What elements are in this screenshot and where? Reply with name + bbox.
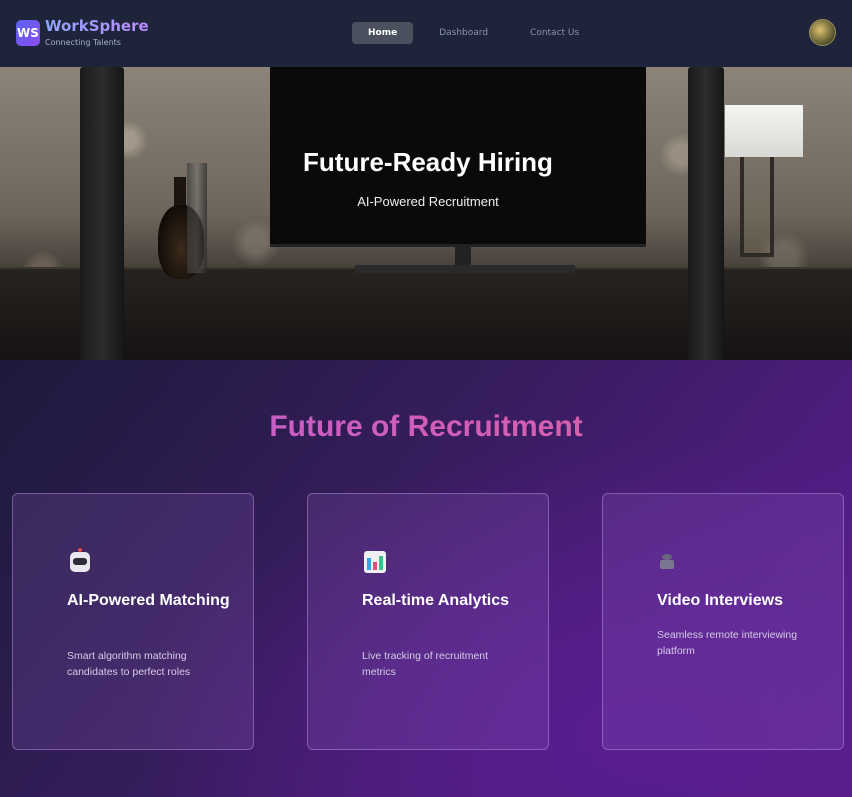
brand-tagline: Connecting Talents [45,38,121,47]
hero-banner: Future-Ready Hiring AI-Powered Recruitme… [0,67,852,360]
top-navbar: WS WorkSphere Connecting Talents Home Da… [0,0,852,67]
nav-home-link[interactable]: Home [352,22,414,44]
hero-subtitle: AI-Powered Recruitment [357,194,499,209]
lamp-shade [725,105,803,157]
right-speaker [688,67,724,360]
features-title: Future of Recruitment [0,410,852,444]
feature-card-description: Smart algorithm matching candidates to p… [67,650,191,678]
feature-card-title: Video Interviews [657,592,783,609]
left-speaker [80,67,124,360]
feature-card-title: Real-time Analytics [362,592,510,609]
tv-base [355,265,575,273]
user-avatar[interactable] [809,19,836,46]
logo-icon[interactable]: WS [16,20,40,46]
lamp-body [740,157,774,257]
hero-title: Future-Ready Hiring [303,147,553,177]
feature-card-video[interactable]: Video Interviews Seamless remote intervi… [602,493,844,750]
nav-links: Home Dashboard Contact Us [352,22,605,44]
glass-vase [187,163,207,273]
bar-chart-icon [363,551,387,573]
video-camera-icon [658,551,682,573]
nav-dashboard-link[interactable]: Dashboard [423,22,504,44]
feature-card-title: AI-Powered Matching [67,592,230,609]
feature-card-analytics[interactable]: Real-time Analytics Live tracking of rec… [307,493,549,750]
hero-console [0,267,852,360]
brand-name[interactable]: WorkSphere [45,17,149,35]
features-section: Future of Recruitment AI-Powered Matchin… [0,360,852,797]
feature-card-ai-matching[interactable]: AI-Powered Matching Smart algorithm matc… [12,493,254,750]
robot-icon [68,548,92,573]
feature-card-description: Seamless remote interviewing platform [657,629,798,657]
nav-contact-link[interactable]: Contact Us [514,22,595,44]
feature-card-description: Live tracking of recruitment metrics [362,650,489,678]
